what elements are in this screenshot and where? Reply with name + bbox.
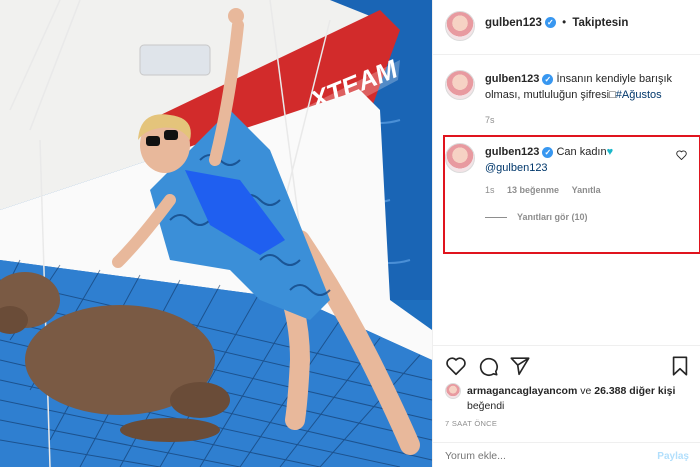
heart-outline-icon — [446, 357, 466, 376]
post-timestamp[interactable]: 7 SAAT ÖNCE — [445, 419, 497, 428]
post-side-panel: gulben123 ✓ • Takiptesin gulben123 ✓ İnsan… — [432, 0, 700, 467]
post-comment-button[interactable]: Paylaş — [657, 451, 689, 462]
like-button[interactable] — [445, 355, 467, 377]
verified-badge-icon: ✓ — [542, 146, 554, 158]
avatar[interactable] — [445, 11, 475, 41]
view-replies-button[interactable]: Yanıtları gör (10) — [485, 212, 588, 222]
likes-suffix: beğendi — [467, 400, 505, 412]
comment-likes-count[interactable]: 13 beğenme — [507, 185, 559, 195]
comment-time[interactable]: 1s — [485, 185, 495, 195]
bookmark-icon — [672, 356, 688, 376]
add-comment-bar: Paylaş — [433, 442, 700, 467]
other-likers-button[interactable]: 26.388 diğer kişi — [594, 385, 675, 397]
separator-dot: • — [562, 17, 567, 29]
comment-text: gulben123 ✓ Can kadın♥ @gulben123 — [485, 145, 670, 176]
comment-input[interactable] — [445, 450, 645, 462]
verified-badge-icon: ✓ — [544, 17, 556, 29]
paper-plane-icon — [510, 357, 530, 376]
view-replies-label: Yanıtları gör (10) — [517, 212, 588, 222]
avatar[interactable] — [445, 70, 475, 100]
heart-outline-icon — [676, 150, 687, 161]
comment-body: Can kadın — [553, 146, 607, 158]
comment-author[interactable]: gulben123 — [485, 146, 539, 158]
comment-bubble-icon — [479, 357, 498, 376]
comment-like-button[interactable] — [676, 150, 687, 163]
reply-button[interactable]: Yanıtla — [572, 185, 601, 195]
post-header: gulben123 ✓ • Takiptesin — [433, 0, 700, 55]
likes-line: armagancaglayancom ve 26.388 diğer kişi — [467, 383, 675, 399]
post-image: XTEAM TURX — [0, 0, 432, 467]
comment-meta: 1s 13 beğenme Yanıtla — [485, 185, 611, 195]
first-liker-username[interactable]: armagancaglayancom — [467, 385, 577, 397]
follow-status-button[interactable]: Takiptesin — [572, 17, 628, 29]
caption-time[interactable]: 7s — [485, 115, 495, 125]
mention-link[interactable]: @gulben123 — [485, 162, 548, 174]
comment-button[interactable] — [477, 355, 499, 377]
caption-author[interactable]: gulben123 — [485, 73, 539, 85]
author-username[interactable]: gulben123 — [485, 17, 542, 29]
post-photo[interactable]: XTEAM TURX — [0, 0, 432, 467]
post-author-row: gulben123 ✓ • Takiptesin — [485, 17, 628, 29]
likes-connector: ve — [577, 385, 595, 397]
action-bar — [433, 345, 700, 385]
highlighted-comment: gulben123 ✓ Can kadın♥ @gulben123 1s 13 b… — [443, 135, 700, 254]
verified-badge-icon: ✓ — [542, 73, 554, 85]
turquoise-heart-icon: ♥ — [606, 146, 614, 158]
share-button[interactable] — [509, 355, 531, 377]
replies-divider-line — [485, 217, 507, 219]
caption-text: gulben123 ✓ İnsanın kendiyle barışık olma… — [485, 72, 693, 103]
hashtag-link[interactable]: #Ağustos — [616, 89, 662, 101]
avatar[interactable] — [445, 143, 475, 173]
save-button[interactable] — [669, 355, 691, 377]
avatar[interactable] — [445, 383, 461, 399]
